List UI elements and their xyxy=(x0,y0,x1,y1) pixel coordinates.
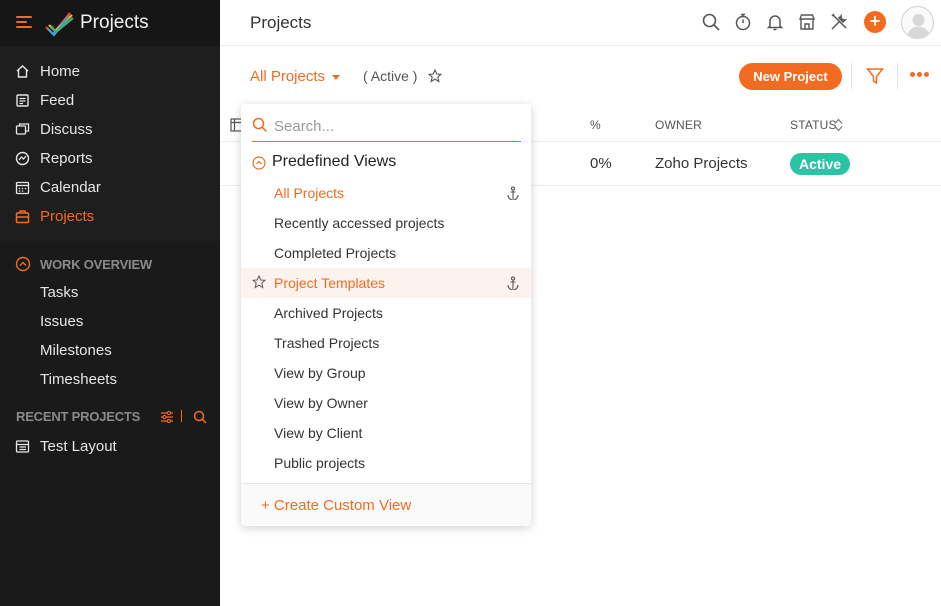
create-custom-view-button[interactable]: + Create Custom View xyxy=(261,497,411,514)
quick-add-button[interactable]: + xyxy=(864,11,886,33)
view-option-by-client[interactable]: View by Client xyxy=(241,418,531,448)
dropdown-footer: + Create Custom View xyxy=(241,483,531,526)
page-title: Projects xyxy=(250,13,312,32)
sidebar-item-home[interactable]: Home xyxy=(0,57,220,86)
sidebar-item-label: Reports xyxy=(40,150,93,167)
column-header-status[interactable]: STATUS xyxy=(790,118,837,132)
anchor-icon[interactable] xyxy=(506,276,520,290)
sidebar-item-label: Projects xyxy=(40,208,95,225)
view-option-label: View by Group xyxy=(274,365,366,381)
view-option-trashed[interactable]: Trashed Projects xyxy=(241,328,531,358)
group-label: Predefined Views xyxy=(272,153,397,170)
chevron-up-circle-icon xyxy=(252,156,266,170)
sidebar-item-reports[interactable]: Reports xyxy=(0,144,220,173)
view-option-label: Completed Projects xyxy=(274,245,397,261)
sidebar-item-label: Discuss xyxy=(40,121,93,138)
recent-projects-header: RECENT PROJECTS xyxy=(16,409,141,424)
sidebar-item-discuss[interactable]: Discuss xyxy=(0,115,220,144)
owner-cell: Zoho Projects xyxy=(655,155,748,172)
caret-down-icon[interactable] xyxy=(332,75,340,80)
calendar-icon xyxy=(15,181,30,195)
view-option-all-projects[interactable]: All Projects xyxy=(241,178,531,208)
sidebar-item-timesheets[interactable]: Timesheets xyxy=(40,371,117,388)
view-selector[interactable]: All Projects xyxy=(250,68,325,85)
sidebar-item-label: Feed xyxy=(40,92,75,109)
view-option-label: Archived Projects xyxy=(274,305,383,321)
app-title: Projects xyxy=(80,12,149,33)
divider xyxy=(851,63,852,89)
sidebar-item-milestones[interactable]: Milestones xyxy=(40,342,112,359)
menu-icon[interactable] xyxy=(16,16,32,29)
percent-cell: 0% xyxy=(590,155,612,172)
views-dropdown: Predefined Views All Projects Recently a… xyxy=(241,104,531,526)
sidebar-item-label: Home xyxy=(40,63,81,80)
column-header-owner[interactable]: OWNER xyxy=(655,118,702,132)
search-icon[interactable] xyxy=(701,12,721,32)
projects-icon xyxy=(15,210,30,224)
sort-icon[interactable] xyxy=(834,118,843,132)
view-option-public[interactable]: Public projects xyxy=(241,448,531,478)
sidebar-item-calendar[interactable]: Calendar xyxy=(0,173,220,202)
sidebar-item-tasks[interactable]: Tasks xyxy=(40,284,78,301)
sliders-icon[interactable] xyxy=(160,410,174,424)
search-icon[interactable] xyxy=(193,410,207,424)
top-bar: Projects + xyxy=(220,0,941,46)
bell-icon[interactable] xyxy=(765,12,785,32)
anchor-icon[interactable] xyxy=(506,186,520,200)
project-board-icon xyxy=(15,440,30,453)
sidebar-item-label: Calendar xyxy=(40,179,101,196)
sidebar: Projects Home Feed Discuss Reports Calen… xyxy=(0,0,220,606)
user-avatar-icon xyxy=(907,14,930,38)
more-options-icon[interactable] xyxy=(910,72,930,78)
star-icon[interactable] xyxy=(428,69,442,83)
view-option-recent[interactable]: Recently accessed projects xyxy=(241,208,531,238)
view-option-archived[interactable]: Archived Projects xyxy=(241,298,531,328)
dropdown-search xyxy=(252,111,521,142)
work-overview-title: WORK OVERVIEW xyxy=(40,257,153,272)
discuss-icon xyxy=(15,123,30,135)
search-input[interactable] xyxy=(274,115,514,137)
recent-project-label: Test Layout xyxy=(40,438,117,455)
store-icon[interactable] xyxy=(797,12,817,32)
status-filter[interactable]: ( Active ) xyxy=(363,68,417,84)
sidebar-item-feed[interactable]: Feed xyxy=(0,86,220,115)
view-option-label: View by Owner xyxy=(274,395,368,411)
view-option-label: Recently accessed projects xyxy=(274,215,445,231)
tools-icon[interactable] xyxy=(829,12,849,32)
app-logo-icon xyxy=(45,12,74,37)
view-option-label: Project Templates xyxy=(274,275,386,291)
status-badge[interactable]: Active xyxy=(790,153,851,175)
avatar[interactable] xyxy=(901,6,934,39)
feed-icon xyxy=(16,94,29,107)
search-icon xyxy=(252,117,268,133)
filter-icon[interactable] xyxy=(866,67,884,85)
view-option-by-group[interactable]: View by Group xyxy=(241,358,531,388)
reports-icon xyxy=(15,151,30,166)
view-option-label: Public projects xyxy=(274,455,366,471)
view-option-by-owner[interactable]: View by Owner xyxy=(241,388,531,418)
chevron-up-circle-icon xyxy=(15,256,31,272)
brand-bar: Projects xyxy=(0,0,220,46)
view-option-label: Trashed Projects xyxy=(274,335,380,351)
sidebar-item-issues[interactable]: Issues xyxy=(40,313,83,330)
recent-project-item[interactable]: Test Layout xyxy=(0,432,220,461)
view-option-completed[interactable]: Completed Projects xyxy=(241,238,531,268)
view-option-label: All Projects xyxy=(274,185,345,201)
divider xyxy=(897,63,898,89)
view-option-templates[interactable]: Project Templates xyxy=(241,268,531,298)
star-icon[interactable] xyxy=(252,275,266,289)
view-option-label: View by Client xyxy=(274,425,363,441)
divider xyxy=(181,410,182,422)
timer-icon[interactable] xyxy=(733,12,753,32)
recent-projects-tools xyxy=(160,409,210,425)
new-project-button[interactable]: New Project xyxy=(739,63,842,90)
home-icon xyxy=(16,65,29,78)
sidebar-item-projects[interactable]: Projects xyxy=(0,202,220,231)
column-header-percent[interactable]: % xyxy=(590,118,601,132)
